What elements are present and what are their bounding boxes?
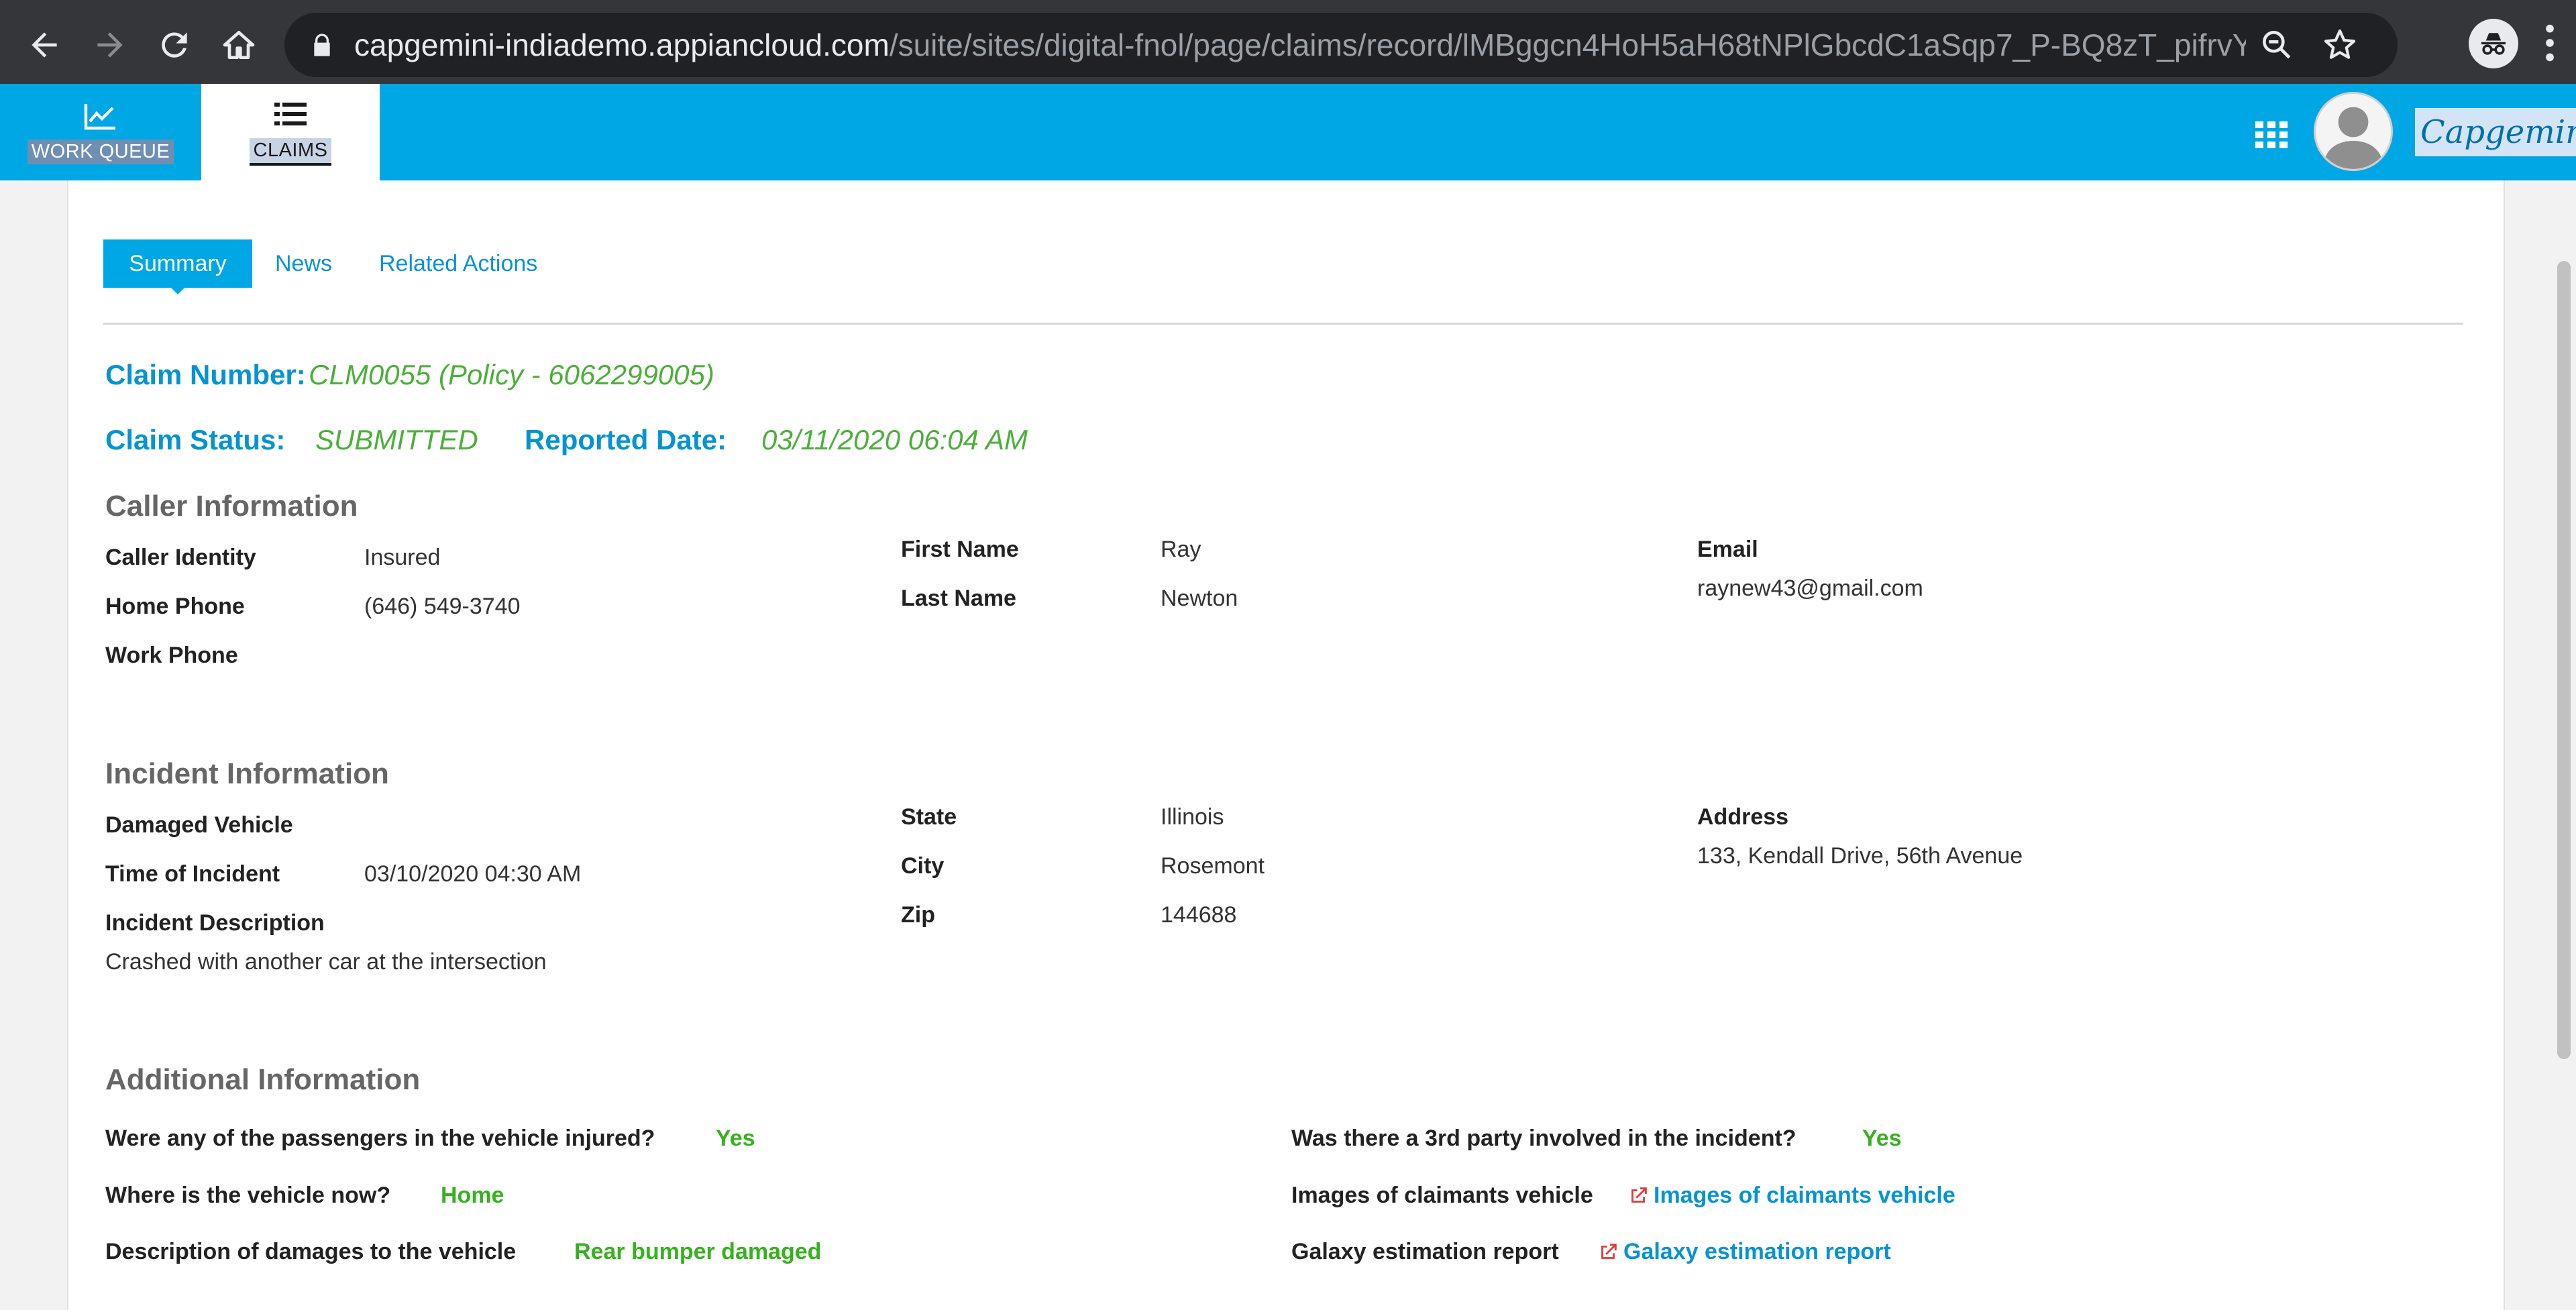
home-phone-label: Home Phone (105, 594, 245, 619)
claim-number-label: Claim Number: (105, 359, 306, 390)
url-text[interactable]: capgemini-indiademo.appiancloud.com/suit… (354, 27, 2246, 63)
passengers-injured-label: Were any of the passengers in the vehicl… (105, 1126, 655, 1151)
reported-date-value: 03/11/2020 06:04 AM (761, 424, 1028, 455)
brand-logo[interactable]: Capgemini (2415, 108, 2576, 156)
damages-description-value: Rear bumper damaged (574, 1239, 822, 1264)
state-label: State (901, 804, 957, 830)
incident-description-value: Crashed with another car at the intersec… (105, 949, 547, 975)
images-link[interactable]: Images of claimants vehicle (1627, 1183, 1955, 1209)
city-label: City (901, 853, 945, 879)
line-chart-icon (84, 103, 115, 129)
claim-number-row: Claim Number: CLM0055 (Policy - 60622990… (105, 359, 714, 391)
email-value: raynew43@gmail.com (1697, 576, 1923, 601)
tab-claims-label: CLAIMS (249, 138, 332, 166)
zoom-icon[interactable] (2258, 26, 2296, 64)
city-value: Rosemont (1161, 853, 1265, 879)
forward-arrow-icon[interactable] (83, 18, 137, 72)
app-header: WORK QUEUE CLAIMS Capgemini (0, 84, 2576, 180)
lock-icon[interactable] (309, 32, 335, 58)
home-phone-value: (646) 549-3740 (364, 594, 521, 619)
tab-work-queue[interactable]: WORK QUEUE (0, 84, 201, 180)
vehicle-location-value: Home (441, 1183, 504, 1208)
additional-section-title: Additional Information (105, 1063, 421, 1096)
url-path: /suite/sites/digital-fnol/page/claims/re… (889, 28, 2246, 62)
vehicle-location-label: Where is the vehicle now? (105, 1183, 391, 1208)
incognito-icon[interactable] (2469, 19, 2518, 68)
apps-grid-icon[interactable] (2254, 119, 2289, 150)
user-avatar[interactable] (2314, 92, 2393, 171)
main-content: Summary News Related Actions Claim Numbe… (0, 180, 2576, 1310)
page-root: capgemini-indiademo.appiancloud.com/suit… (0, 0, 2576, 1310)
damages-description-label: Description of damages to the vehicle (105, 1239, 517, 1264)
list-icon (274, 102, 307, 125)
url-host: capgemini-indiademo.appiancloud.com (354, 28, 890, 62)
first-name-label: First Name (901, 537, 1019, 562)
images-link-text[interactable]: Images of claimants vehicle (1654, 1183, 1955, 1209)
galaxy-report-label: Galaxy estimation report (1291, 1239, 1559, 1264)
bookmark-star-icon[interactable] (2321, 26, 2359, 64)
tabs-divider (103, 323, 2463, 325)
claim-status-label: Claim Status: (105, 424, 286, 455)
caller-section-title: Caller Information (105, 490, 358, 523)
address-label: Address (1697, 804, 1789, 830)
browser-toolbar: capgemini-indiademo.appiancloud.com/suit… (0, 0, 2576, 84)
third-party-label: Was there a 3rd party involved in the in… (1291, 1126, 1796, 1151)
claim-number-value: CLM0055 (Policy - 6062299005) (309, 359, 714, 390)
incident-section-title: Incident Information (105, 757, 389, 790)
passengers-injured-value: Yes (716, 1126, 755, 1151)
damaged-vehicle-label: Damaged Vehicle (105, 812, 293, 838)
state-value: Illinois (1161, 804, 1224, 830)
galaxy-report-link-text[interactable]: Galaxy estimation report (1623, 1239, 1891, 1265)
images-label: Images of claimants vehicle (1291, 1183, 1593, 1208)
zip-value: 144688 (1161, 902, 1237, 928)
external-link-icon (1631, 1187, 1647, 1203)
email-label: Email (1697, 537, 1758, 562)
galaxy-report-link[interactable]: Galaxy estimation report (1597, 1239, 1891, 1265)
home-icon[interactable] (212, 18, 266, 72)
last-name-value: Newton (1161, 586, 1238, 611)
work-phone-label: Work Phone (105, 643, 238, 668)
last-name-label: Last Name (901, 586, 1016, 611)
tab-summary[interactable]: Summary (103, 239, 252, 294)
tab-work-queue-label: WORK QUEUE (27, 139, 174, 164)
address-bar[interactable]: capgemini-indiademo.appiancloud.com/suit… (284, 13, 2398, 77)
tab-claims[interactable]: CLAIMS (201, 84, 380, 180)
external-link-icon (1601, 1243, 1617, 1259)
caller-identity-value: Insured (364, 545, 441, 570)
tab-news[interactable]: News (275, 239, 332, 288)
back-arrow-icon[interactable] (17, 18, 71, 72)
third-party-value: Yes (1862, 1126, 1902, 1151)
tab-related-actions[interactable]: Related Actions (379, 239, 537, 288)
time-of-incident-label: Time of Incident (105, 861, 280, 887)
time-of-incident-value: 03/10/2020 04:30 AM (364, 861, 582, 887)
browser-menu-icon[interactable] (2540, 21, 2560, 64)
user-silhouette-icon (2323, 107, 2383, 169)
first-name-value: Ray (1161, 537, 1201, 562)
scrollbar-thumb[interactable] (2557, 261, 2571, 1059)
claim-status-value: SUBMITTED (315, 424, 478, 455)
caller-identity-label: Caller Identity (105, 545, 256, 570)
zip-label: Zip (901, 902, 935, 928)
reload-icon[interactable] (148, 18, 201, 72)
address-value: 133, Kendall Drive, 56th Avenue (1697, 843, 2023, 869)
reported-date-label: Reported Date: (525, 424, 727, 455)
incident-description-label: Incident Description (105, 910, 325, 936)
